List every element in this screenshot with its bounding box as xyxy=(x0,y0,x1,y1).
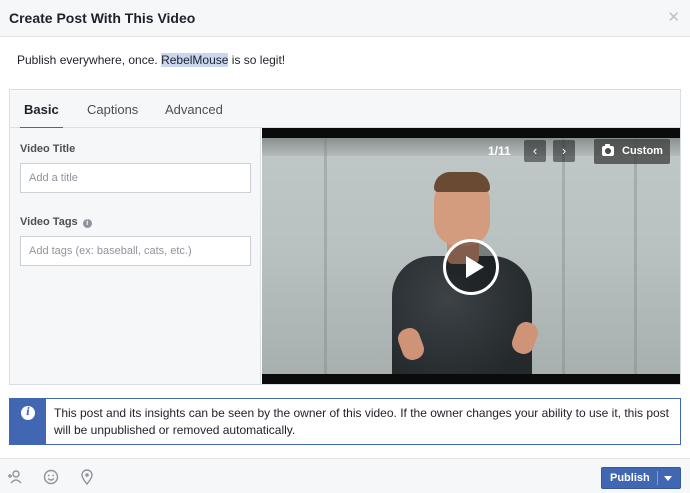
custom-thumbnail-label: Custom xyxy=(622,145,663,157)
notice-icon-box: i xyxy=(10,399,46,444)
tag-people-icon[interactable] xyxy=(7,469,23,485)
tab-basic[interactable]: Basic xyxy=(20,90,63,129)
video-title-input[interactable] xyxy=(20,163,251,193)
close-icon[interactable]: ✕ xyxy=(667,9,680,26)
composer-text[interactable]: Publish everywhere, once. RebelMouse is … xyxy=(17,53,285,67)
thumbnail-counter: 1/11 xyxy=(488,144,511,158)
video-title-label: Video Title xyxy=(20,143,76,155)
composer-text-start: Publish everywhere, once. xyxy=(17,53,162,67)
tab-advanced[interactable]: Advanced xyxy=(165,90,223,128)
composer-text-highlight: RebelMouse xyxy=(161,53,229,67)
camera-icon xyxy=(602,144,614,156)
video-tags-label: Video Tags xyxy=(20,216,78,228)
video-thumbnail xyxy=(262,138,680,374)
video-settings-panel: Basic Captions Advanced Video Title Vide… xyxy=(9,89,681,385)
publish-label: Publish xyxy=(610,472,650,484)
caret-down-icon[interactable] xyxy=(664,476,672,481)
dialog-header: Create Post With This Video ✕ xyxy=(0,0,690,37)
ownership-notice: i This post and its insights can be seen… xyxy=(9,398,681,445)
custom-thumbnail-button[interactable]: Custom xyxy=(594,139,670,164)
video-preview[interactable]: 1/11 ‹ › Custom xyxy=(262,128,680,384)
tab-bar: Basic Captions Advanced xyxy=(10,90,680,129)
dialog-footer: Publish xyxy=(0,458,690,493)
notice-text: This post and its insights can be seen b… xyxy=(54,406,670,437)
chevron-right-icon[interactable]: › xyxy=(553,140,575,162)
dialog-title: Create Post With This Video xyxy=(9,10,196,26)
video-fields: Video Title Video Tags i xyxy=(10,128,261,384)
play-icon[interactable] xyxy=(443,239,499,295)
location-pin-icon[interactable] xyxy=(79,469,95,485)
composer-text-end: is so legit! xyxy=(228,53,286,67)
tab-captions[interactable]: Captions xyxy=(87,90,138,128)
video-tags-label-row: Video Tags i xyxy=(20,216,92,228)
info-icon[interactable]: i xyxy=(82,219,92,228)
publish-button[interactable]: Publish xyxy=(601,467,681,489)
info-icon: i xyxy=(21,406,35,420)
chevron-left-icon[interactable]: ‹ xyxy=(524,140,546,162)
emoji-icon[interactable] xyxy=(43,469,59,485)
video-tags-input[interactable] xyxy=(20,236,251,266)
